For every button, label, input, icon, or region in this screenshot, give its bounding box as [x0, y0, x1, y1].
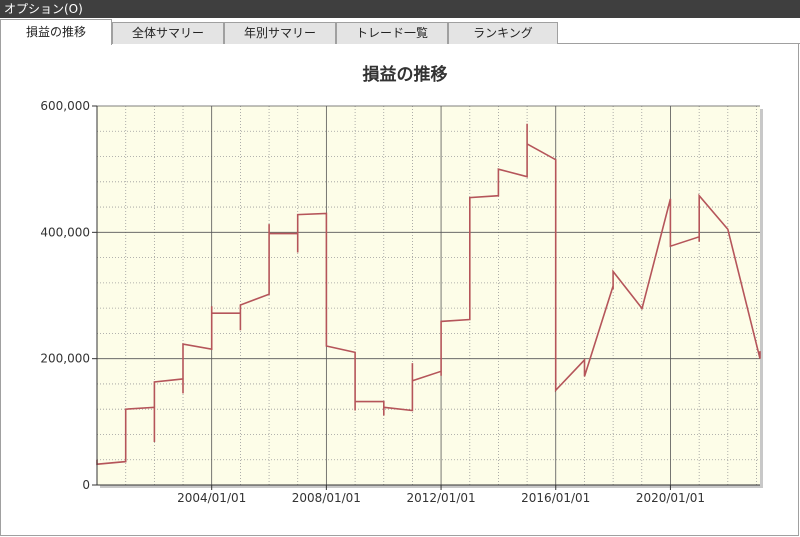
plot-area [97, 106, 760, 485]
tab-bar: 損益の推移 全体サマリー 年別サマリー トレード一覧 ランキング [0, 18, 800, 45]
menu-bar: オプション(O) [0, 0, 800, 18]
tab-trade-list[interactable]: トレード一覧 [336, 22, 448, 44]
x-tick-label: 2008/01/01 [292, 491, 361, 505]
chart-title: 損益の推移 [363, 64, 448, 85]
tab-yearly-summary[interactable]: 年別サマリー [224, 22, 336, 44]
y-tick-label: 200,000 [40, 352, 90, 366]
x-tick-label: 2012/01/01 [406, 491, 475, 505]
y-tick-label: 0 [82, 478, 90, 492]
pnl-chart: 損益の推移 0 200,000 400,000 600,000 2004/01/01 20… [40, 64, 763, 505]
tab-pnl-trend[interactable]: 損益の推移 [0, 19, 112, 45]
tab-ranking[interactable]: ランキング [448, 22, 558, 44]
x-tick-label: 2004/01/01 [177, 491, 246, 505]
x-tick-label: 2016/01/01 [521, 491, 590, 505]
y-tick-label: 400,000 [40, 225, 90, 239]
options-menu[interactable]: オプション(O) [4, 2, 83, 16]
x-tick-label: 2020/01/01 [636, 491, 705, 505]
tab-overall-summary[interactable]: 全体サマリー [112, 22, 224, 44]
y-tick-label: 600,000 [40, 99, 90, 113]
